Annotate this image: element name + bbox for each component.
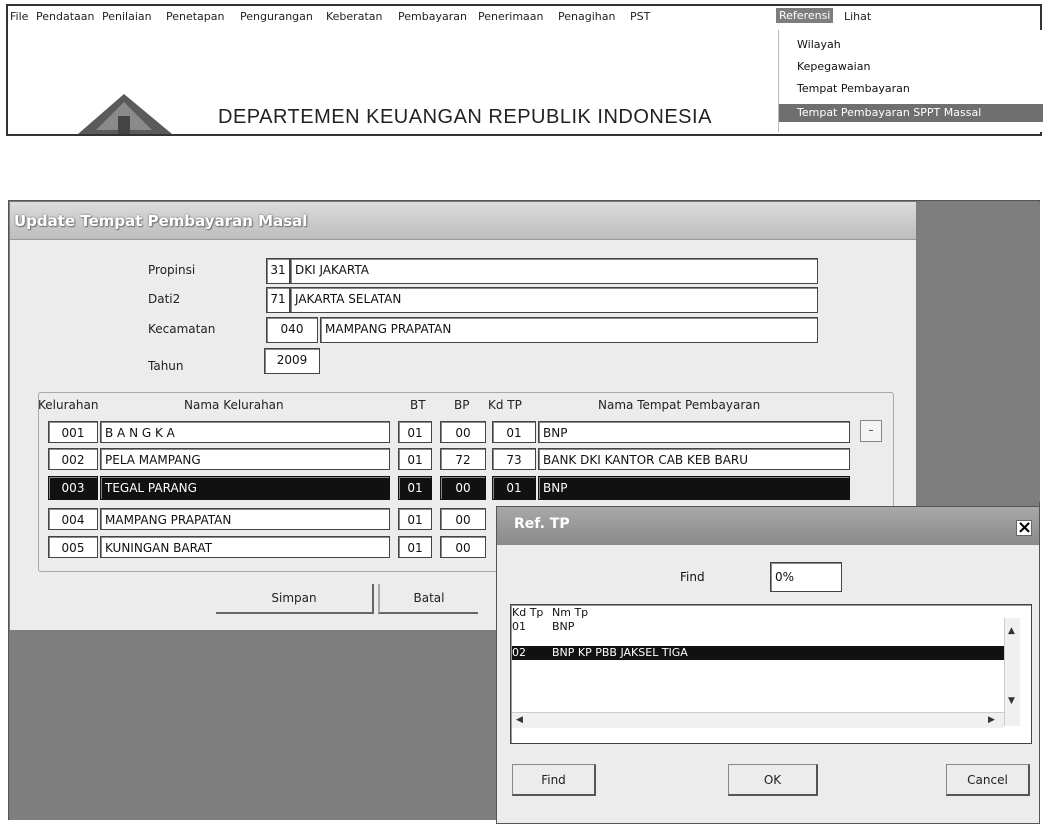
propinsi-label: Propinsi: [148, 263, 196, 277]
list-header-kd: Kd Tp: [512, 606, 544, 619]
kecamatan-label: Kecamatan: [148, 322, 216, 336]
menu-penetapan[interactable]: Penetapan: [166, 10, 225, 23]
dati2-code-field[interactable]: 71: [266, 287, 290, 313]
dati2-label: Dati2: [148, 292, 181, 306]
scroll-up-icon[interactable]: ▲: [1008, 626, 1015, 636]
menu-bar: File Pendataan Penilaian Penetapan Pengu…: [6, 6, 1040, 30]
header-nama-tempat-pembayaran: Nama Tempat Pembayaran: [598, 398, 761, 412]
dialog-titlebar: [497, 507, 1039, 545]
close-icon[interactable]: ×: [1016, 519, 1032, 537]
menu-penilaian[interactable]: Penilaian: [102, 10, 152, 23]
dati2-name-field[interactable]: JAKARTA SELATAN: [290, 287, 818, 313]
scroll-left-icon[interactable]: ◀: [516, 715, 523, 725]
batal-button[interactable]: Batal: [378, 584, 478, 614]
list-header: Kd Tp Nm Tp: [512, 606, 1004, 620]
row-nama-tp[interactable]: BANK DKI KANTOR CAB KEB BARU: [538, 448, 850, 470]
row-bt-selected[interactable]: 01: [398, 476, 432, 500]
vertical-scrollbar[interactable]: ▲ ▼: [1004, 618, 1020, 726]
row-bp-selected[interactable]: 00: [440, 476, 486, 500]
row-nama-kelurahan[interactable]: B A N G K A: [100, 421, 390, 443]
row-kode[interactable]: 005: [48, 536, 98, 558]
list-item-kd: 01: [512, 620, 526, 633]
app-title: DEPARTEMEN KEUANGAN REPUBLIK INDONESIA: [218, 106, 712, 128]
row-bp[interactable]: 00: [440, 536, 486, 558]
row-kode[interactable]: 002: [48, 448, 98, 470]
propinsi-name-field[interactable]: DKI JAKARTA: [290, 258, 818, 284]
logo-icon: [78, 94, 172, 134]
header-nama-kelurahan: Nama Kelurahan: [184, 398, 284, 412]
menu-lihat[interactable]: Lihat: [844, 10, 871, 23]
horizontal-scrollbar[interactable]: ◀ ▶: [512, 712, 1004, 728]
menu-referensi[interactable]: Referensi: [776, 8, 834, 23]
scroll-right-icon[interactable]: ▶: [988, 715, 995, 725]
menu-pembayaran[interactable]: Pembayaran: [398, 10, 467, 23]
tahun-label: Tahun: [148, 359, 184, 373]
right-panel: [916, 202, 1040, 502]
header-kelurahan: Kelurahan: [38, 398, 99, 412]
propinsi-code-field[interactable]: 31: [266, 258, 290, 284]
row-nama-kelurahan[interactable]: KUNINGAN BARAT: [100, 536, 390, 558]
find-label: Find: [680, 570, 705, 584]
row-nama-kelurahan[interactable]: MAMPANG PRAPATAN: [100, 508, 390, 530]
header-bt: BT: [410, 398, 426, 412]
list-item-nm: BNP: [552, 620, 575, 633]
tahun-field[interactable]: 2009: [264, 348, 320, 374]
row-kd-tp-selected[interactable]: 01: [492, 476, 536, 500]
list-item-selected[interactable]: 02 BNP KP PBB JAKSEL TIGA: [512, 646, 1004, 660]
menu-pengurangan[interactable]: Pengurangan: [240, 10, 313, 23]
menu-pendataan[interactable]: Pendataan: [36, 10, 94, 23]
row-bp[interactable]: 00: [440, 508, 486, 530]
kecamatan-name-field[interactable]: MAMPANG PRAPATAN: [320, 317, 818, 343]
row-bt[interactable]: 01: [398, 448, 432, 470]
row-bt[interactable]: 01: [398, 421, 432, 443]
list-item-nm: BNP KP PBB JAKSEL TIGA: [552, 646, 688, 659]
row-kode-selected[interactable]: 003: [48, 476, 98, 500]
row-bt[interactable]: 01: [398, 508, 432, 530]
row-kode[interactable]: 004: [48, 508, 98, 530]
menu-file[interactable]: File: [10, 10, 28, 23]
find-button[interactable]: Find: [512, 764, 596, 796]
dropdown-item-kepegawaian[interactable]: Kepegawaian: [779, 58, 1043, 76]
row-kd-tp[interactable]: 01: [492, 421, 536, 443]
find-input[interactable]: 0%: [770, 562, 842, 592]
row-nama-kelurahan[interactable]: PELA MAMPANG: [100, 448, 390, 470]
row-bp[interactable]: 00: [440, 421, 486, 443]
dropdown-item-tempat-pembayaran[interactable]: Tempat Pembayaran: [779, 80, 1043, 98]
header-bp: BP: [454, 398, 470, 412]
list-item[interactable]: 01 BNP: [512, 620, 1004, 634]
dialog-title: Ref. TP: [514, 516, 570, 532]
menu-pst[interactable]: PST: [630, 10, 650, 23]
row-nama-tp[interactable]: BNP: [538, 421, 850, 443]
grid-scroll-button[interactable]: –: [860, 420, 882, 442]
simpan-button[interactable]: Simpan: [216, 584, 374, 614]
list-item-kd: 02: [512, 646, 526, 659]
form-title: Update Tempat Pembayaran Masal: [14, 212, 308, 230]
row-bt[interactable]: 01: [398, 536, 432, 558]
list-header-nm: Nm Tp: [552, 606, 589, 619]
header-kd-tp: Kd TP: [488, 398, 522, 412]
kecamatan-code-field[interactable]: 040: [266, 317, 318, 343]
row-kd-tp[interactable]: 73: [492, 448, 536, 470]
menu-keberatan[interactable]: Keberatan: [326, 10, 382, 23]
cancel-button[interactable]: Cancel: [946, 764, 1030, 796]
scroll-down-icon[interactable]: ▼: [1008, 696, 1015, 706]
row-kode[interactable]: 001: [48, 421, 98, 443]
menu-penagihan[interactable]: Penagihan: [558, 10, 615, 23]
referensi-dropdown: Wilayah Kepegawaian Tempat Pembayaran Te…: [778, 30, 1044, 132]
ok-button[interactable]: OK: [728, 764, 818, 796]
row-nama-kelurahan-selected[interactable]: TEGAL PARANG: [100, 476, 390, 500]
row-nama-tp-selected[interactable]: BNP: [538, 476, 850, 500]
row-bp[interactable]: 72: [440, 448, 486, 470]
dropdown-item-wilayah[interactable]: Wilayah: [779, 36, 1043, 54]
menu-penerimaan[interactable]: Penerimaan: [478, 10, 544, 23]
lower-panel: [10, 630, 496, 820]
dropdown-item-tempat-pembayaran-massal[interactable]: Tempat Pembayaran SPPT Massal: [779, 104, 1043, 122]
